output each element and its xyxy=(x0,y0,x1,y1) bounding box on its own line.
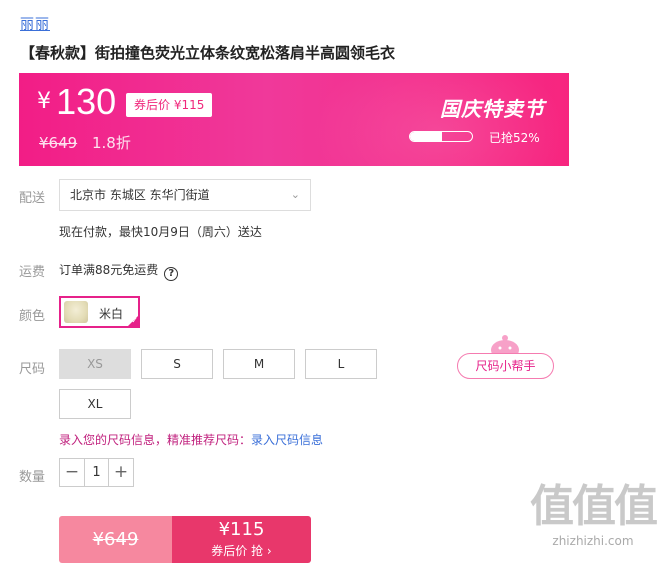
product-title: 【春秋款】街拍撞色荧光立体条纹宽松落肩半高圆领毛衣 xyxy=(20,44,396,62)
chevron-down-icon: ⌄ xyxy=(290,188,300,201)
size-entry-link[interactable]: 录入尺码信息 xyxy=(251,433,323,447)
shipping-text: 订单满88元免运费 xyxy=(59,263,159,277)
coupon-price-badge: 券后价 ¥115 xyxy=(126,93,213,117)
watermark: 值值值 zhizhizhi.com xyxy=(519,481,667,549)
quantity-label: 数量 xyxy=(19,470,46,485)
quantity-input[interactable]: 1 xyxy=(84,459,109,486)
festival-title: 国庆特卖节 xyxy=(440,97,545,121)
address-select[interactable]: 北京市 东城区 东华门街道 ⌄ xyxy=(59,179,311,211)
delivery-note: 现在付款，最快10月9日（周六）送达 xyxy=(59,225,262,239)
watermark-logo: 值值值 xyxy=(530,481,658,532)
size-tip-text: 录入您的尺码信息，精准推荐尺码： xyxy=(59,433,252,447)
price-banner: ¥ 130 券后价 ¥115 ¥649 1.8折 国庆特卖节 已抢52% xyxy=(19,73,569,166)
check-icon: ✓ xyxy=(131,316,138,325)
discount-label: 1.8折 xyxy=(91,134,131,152)
size-tip: 录入您的尺码信息，精准推荐尺码：录入尺码信息 xyxy=(59,431,323,448)
size-option-m[interactable]: M xyxy=(223,349,295,379)
original-price-row: ¥649 1.8折 xyxy=(39,132,131,153)
sold-progress-fill xyxy=(410,132,443,141)
brand-link[interactable]: 丽丽 xyxy=(20,14,50,34)
size-helper-button[interactable]: 尺码小帮手 xyxy=(457,353,554,379)
current-price: ¥ 130 xyxy=(37,81,116,123)
shipping-label: 运费 xyxy=(19,265,46,280)
shipping-info: 订单满88元免运费? xyxy=(59,261,179,281)
buy-price: ¥115 xyxy=(218,519,265,540)
delivery-label: 配送 xyxy=(19,191,46,206)
address-value: 北京市 东城区 东华门街道 xyxy=(70,188,210,202)
original-price-button[interactable]: ¥649 xyxy=(59,516,172,563)
watermark-site: zhizhizhi.com xyxy=(552,534,634,548)
increment-button[interactable]: + xyxy=(109,459,133,486)
size-option-xl[interactable]: XL xyxy=(59,389,131,419)
color-option-selected[interactable]: 米白 ✓ xyxy=(59,296,140,328)
sold-progress-bar xyxy=(409,131,473,142)
color-name: 米白 xyxy=(99,307,124,321)
buy-now-button[interactable]: ¥115 券后价 抢 › xyxy=(172,516,311,563)
sold-percent: 已抢52% xyxy=(489,131,540,145)
currency-symbol: ¥ xyxy=(37,89,51,114)
size-label: 尺码 xyxy=(19,362,46,377)
price-value: 130 xyxy=(56,81,117,122)
size-option-xs[interactable]: XS xyxy=(59,349,131,379)
decrement-button[interactable]: − xyxy=(60,459,84,486)
buy-action: 券后价 抢 › xyxy=(211,544,272,558)
size-option-l[interactable]: L xyxy=(305,349,377,379)
size-option-s[interactable]: S xyxy=(141,349,213,379)
color-label: 颜色 xyxy=(19,309,46,324)
sweater-thumbnail xyxy=(64,301,88,323)
original-price: ¥649 xyxy=(39,134,78,152)
quantity-stepper: − 1 + xyxy=(59,458,134,487)
help-icon[interactable]: ? xyxy=(164,267,179,281)
